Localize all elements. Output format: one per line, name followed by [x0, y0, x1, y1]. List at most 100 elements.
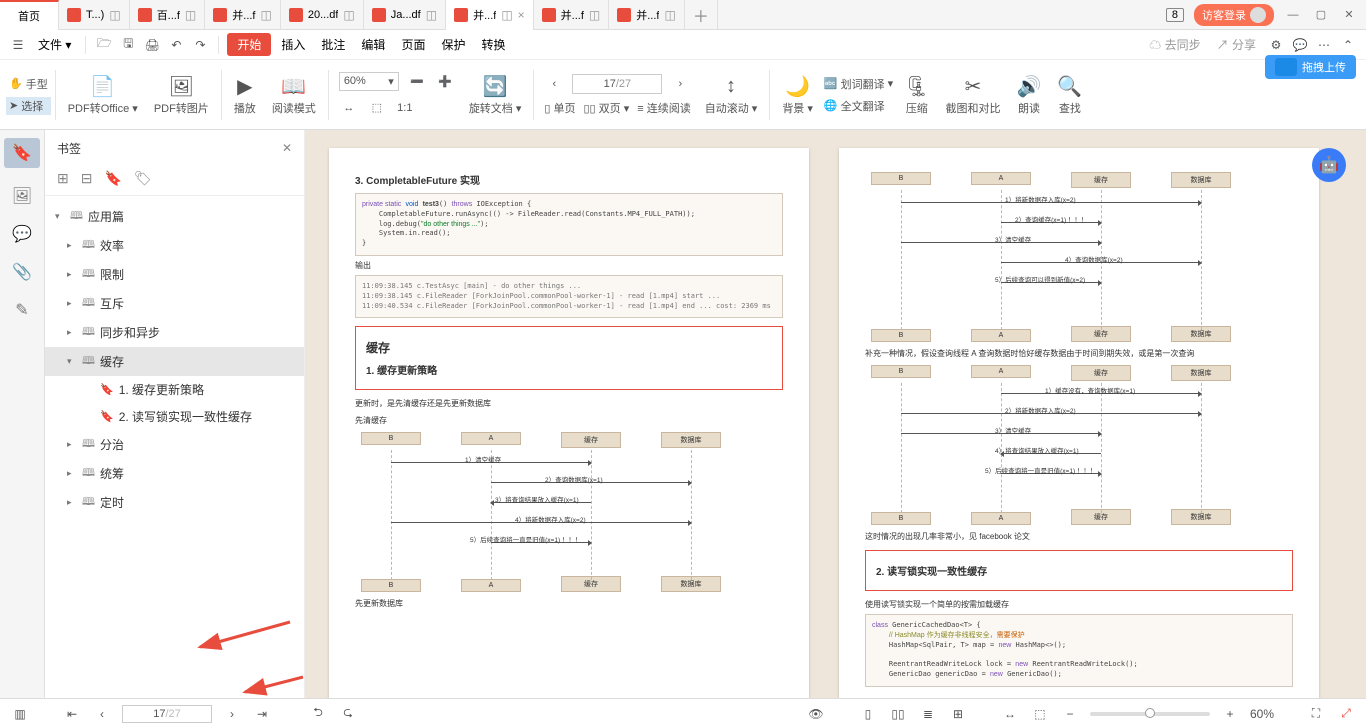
menu-insert[interactable]: 插入 — [275, 36, 311, 53]
zoom-out-icon[interactable]: − — [1060, 704, 1080, 724]
pdf-to-office[interactable]: 📄PDF转Office ▾ — [60, 65, 146, 125]
tab-split-icon[interactable]: ◫ — [185, 8, 196, 22]
tab-split-icon[interactable]: ◫ — [501, 8, 512, 22]
zoom-out-icon[interactable]: ➖ — [407, 72, 427, 92]
actual-size-icon[interactable]: 1:1 — [395, 98, 415, 118]
tab-split-icon[interactable]: ◫ — [109, 8, 120, 22]
bm-root[interactable]: ▾🕮应用篇 — [45, 202, 304, 231]
view-double-icon[interactable]: ▯▯ — [888, 704, 908, 724]
tab-split-icon[interactable]: ◫ — [426, 8, 437, 22]
tab-doc-4[interactable]: Ja...df◫ — [364, 0, 446, 30]
pdf-to-image[interactable]: 🖼PDF转图片 — [146, 65, 217, 125]
sync-button[interactable]: ☁ 去同步 — [1143, 36, 1206, 53]
bm-item[interactable]: ▸🕮统筹 — [45, 459, 304, 488]
last-page-icon[interactable]: ⇥ — [252, 704, 272, 724]
expand-icon[interactable]: ⤢ — [1336, 704, 1356, 724]
select-tool[interactable]: ➤ 选择 — [6, 97, 51, 115]
bm-goto-icon[interactable]: 🏷 — [134, 170, 152, 187]
bm-item[interactable]: ▸🕮定时 — [45, 488, 304, 517]
nav-fwd-icon[interactable]: ⮎ — [338, 704, 358, 724]
find-btn[interactable]: 🔍查找 — [1049, 65, 1090, 125]
zoom-slider[interactable] — [1090, 712, 1210, 716]
share-button[interactable]: ↗ 分享 — [1211, 36, 1262, 53]
bm-item[interactable]: ▸🕮效率 — [45, 231, 304, 260]
first-page-icon[interactable]: ⇤ — [62, 704, 82, 724]
read-aloud[interactable]: 🔊朗读 — [1009, 65, 1050, 125]
bm-sub-item[interactable]: 🔖2. 读写锁实现一致性缓存 — [45, 403, 304, 430]
sidebar-toggle-icon[interactable]: ▥ — [10, 704, 30, 724]
attachment-rail-icon[interactable]: 📎 — [12, 262, 32, 282]
tab-doc-2[interactable]: 并...f◫ — [205, 0, 281, 30]
tab-new[interactable]: ＋ — [685, 0, 718, 30]
auto-scroll[interactable]: ↕自动滚动 ▾ — [697, 65, 766, 125]
tab-home[interactable]: 首页 — [0, 0, 59, 30]
tab-split-icon[interactable]: ◫ — [589, 8, 600, 22]
menu-icon[interactable]: ☰ — [8, 35, 28, 55]
fit-width-icon[interactable]: ↔ — [1000, 704, 1020, 724]
read-mode[interactable]: 📖阅读模式 — [264, 65, 324, 125]
zoom-in-icon[interactable]: ➕ — [435, 72, 455, 92]
open-icon[interactable]: 🗁 — [94, 35, 114, 55]
menu-convert[interactable]: 转换 — [475, 36, 511, 53]
sign-rail-icon[interactable]: ✎ — [15, 300, 28, 320]
tab-split-icon[interactable]: ◫ — [343, 8, 354, 22]
background-btn[interactable]: 🌙背景 ▾ — [774, 65, 821, 125]
tab-split-icon[interactable]: ◫ — [664, 8, 675, 22]
tab-doc-1[interactable]: 百...f◫ — [130, 0, 206, 30]
nav-back-icon[interactable]: ⮌ — [308, 704, 328, 724]
bm-collapse-icon[interactable]: ⊟ — [81, 170, 93, 187]
fit-width-icon[interactable]: ↔ — [339, 98, 359, 118]
settings-icon[interactable]: ⚙ — [1266, 35, 1286, 55]
menu-start[interactable]: 开始 — [227, 33, 271, 56]
tab-doc-0[interactable]: T...)◫ — [59, 0, 130, 30]
menu-page[interactable]: 页面 — [395, 36, 431, 53]
feedback-icon[interactable]: 💬 — [1290, 35, 1310, 55]
tab-doc-7[interactable]: 并...f◫ — [609, 0, 685, 30]
word-translate[interactable]: 🔤 划词翻译 ▾ — [821, 75, 896, 93]
full-translate[interactable]: 🌐 全文翻译 — [821, 97, 896, 115]
tab-doc-6[interactable]: 并...f◫ — [534, 0, 610, 30]
tab-doc-5[interactable]: 并...f◫× — [446, 0, 534, 30]
eye-mode-icon[interactable]: 👁 — [806, 704, 826, 724]
view-continuous-icon[interactable]: ≣ — [918, 704, 938, 724]
prev-page-icon[interactable]: ‹ — [92, 704, 112, 724]
next-page-icon[interactable]: › — [222, 704, 242, 724]
document-viewport[interactable]: 3. CompletableFuture 实现 private static v… — [305, 130, 1366, 698]
hand-tool[interactable]: ✋ 手型 — [6, 75, 51, 93]
file-menu[interactable]: 文件 ▾ — [32, 36, 77, 53]
rotate-doc[interactable]: 🔄旋转文档 ▾ — [461, 65, 530, 125]
redo-icon[interactable]: ↷ — [190, 35, 210, 55]
single-page[interactable]: ▯ 单页 — [544, 100, 575, 116]
play-button[interactable]: ▶播放 — [226, 65, 264, 125]
close-window-icon[interactable]: ✕ — [1340, 8, 1358, 21]
bookmark-rail-icon[interactable]: 🔖 — [4, 138, 40, 168]
cloud-upload-tip[interactable]: 拖拽上传 — [1265, 55, 1356, 79]
status-page-input[interactable]: 17/27 — [122, 705, 212, 723]
menu-annotate[interactable]: 批注 — [315, 36, 351, 53]
close-panel-icon[interactable]: ✕ — [282, 141, 292, 155]
fullscreen-icon[interactable]: ⛶ — [1306, 704, 1326, 724]
compress-btn[interactable]: 🗜压缩 — [896, 65, 937, 125]
crop-compare[interactable]: ✂截图和对比 — [938, 65, 1009, 125]
comment-rail-icon[interactable]: 💬 — [12, 224, 32, 244]
tab-split-icon[interactable]: ◫ — [261, 8, 272, 22]
fit-page-icon[interactable]: ⬚ — [1030, 704, 1050, 724]
fit-page-icon[interactable]: ⬚ — [367, 98, 387, 118]
bm-item[interactable]: ▸🕮分治 — [45, 430, 304, 459]
bm-item-cache[interactable]: ▾🕮缓存 — [45, 347, 304, 376]
continuous-read[interactable]: ≡ 连续阅读 — [637, 100, 690, 116]
tab-doc-3[interactable]: 20...df◫ — [281, 0, 364, 30]
double-page[interactable]: ▯▯ 双页 ▾ — [584, 100, 630, 116]
close-icon[interactable]: × — [518, 8, 525, 22]
bm-add-icon[interactable]: 🔖 — [104, 170, 121, 187]
view-single-icon[interactable]: ▯ — [858, 704, 878, 724]
more-icon[interactable]: ⋯ — [1314, 35, 1334, 55]
next-page-icon[interactable]: › — [670, 74, 690, 94]
zoom-combo[interactable]: 60%▾ — [339, 72, 399, 91]
zoom-in-icon[interactable]: + — [1220, 704, 1240, 724]
bm-item[interactable]: ▸🕮同步和异步 — [45, 318, 304, 347]
view-grid-icon[interactable]: ⊞ — [948, 704, 968, 724]
bm-sub-item[interactable]: 🔖1. 缓存更新策略 — [45, 376, 304, 403]
menu-protect[interactable]: 保护 — [435, 36, 471, 53]
login-button[interactable]: 访客登录 — [1194, 4, 1274, 26]
